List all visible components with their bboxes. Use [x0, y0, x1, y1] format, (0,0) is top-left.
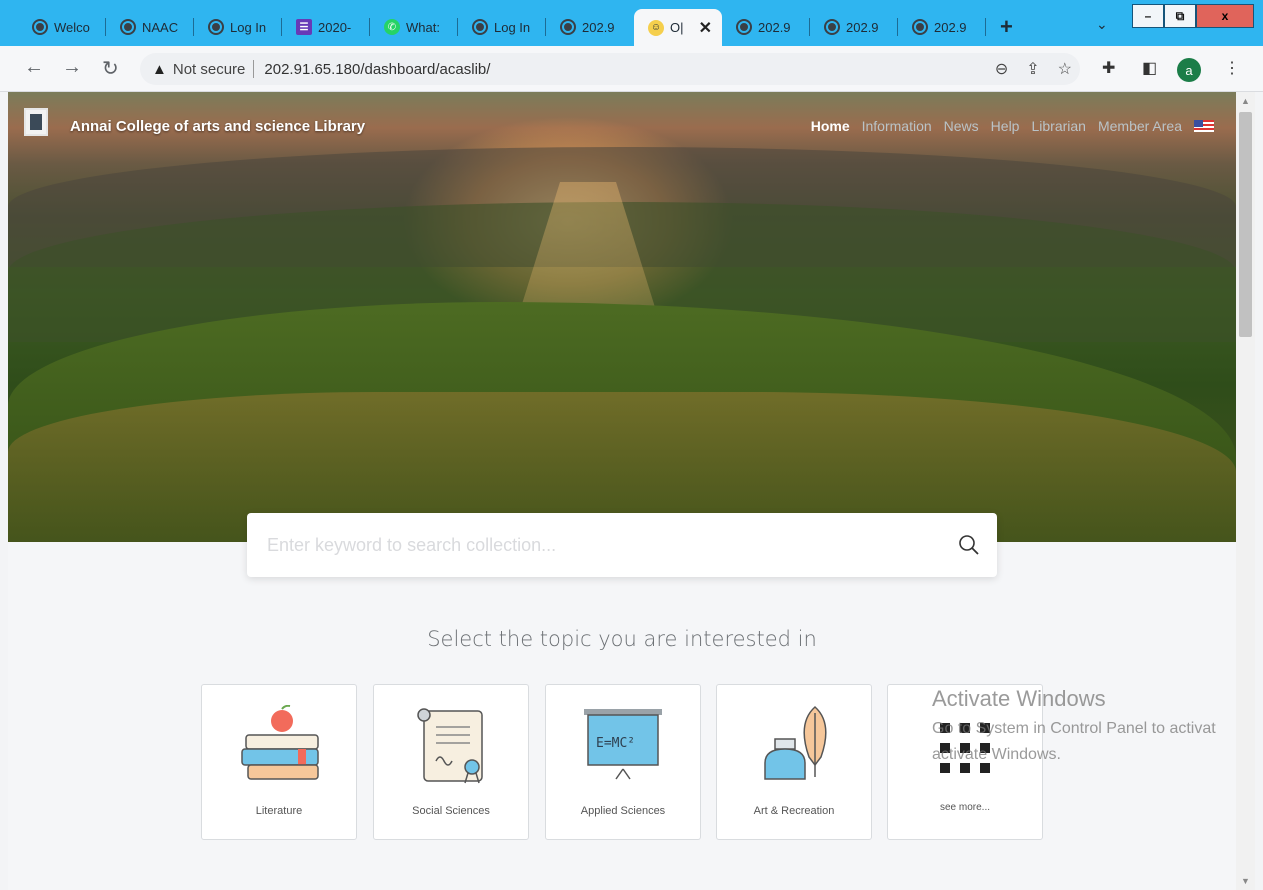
tab-title: 202.9 [758, 19, 791, 35]
restore-button[interactable]: ⧉ [1164, 4, 1196, 28]
tab-naac[interactable]: NAAC [106, 13, 194, 41]
site-navigation: Home Information News Help Librarian Mem… [811, 118, 1214, 134]
tab-ip-3[interactable]: 202.9 [810, 13, 898, 41]
topic-card-social-sciences[interactable]: Social Sciences [373, 684, 529, 840]
tab-title: 202.9 [846, 19, 879, 35]
topic-card-art-recreation[interactable]: Art & Recreation [716, 684, 872, 840]
globe-icon [736, 19, 752, 35]
url-text[interactable]: 202.91.65.180/dashboard/acaslib/ [264, 61, 490, 78]
tab-title: 202.9 [934, 19, 967, 35]
page-viewport: Annai College of arts and science Librar… [8, 92, 1236, 890]
tab-ip-2[interactable]: 202.9 [722, 13, 810, 41]
topic-label: Art & Recreation [753, 805, 835, 817]
tab-login-2[interactable]: Log In [458, 13, 546, 41]
watermark-line: activate Windows. [932, 746, 1061, 763]
vertical-scrollbar[interactable]: ▲ ▼ [1236, 92, 1255, 890]
address-bar[interactable]: ▲ Not secure 202.91.65.180/dashboard/aca… [140, 53, 1080, 85]
topic-label: Social Sciences [412, 805, 490, 817]
security-label[interactable]: Not secure [173, 61, 246, 78]
reload-icon[interactable]: ↻ [102, 56, 119, 81]
more-menu-icon[interactable]: ⋮ [1224, 58, 1240, 78]
watermark-line: Go to System in Control Panel to activat [932, 720, 1216, 737]
tab-separator [985, 18, 986, 36]
topic-card-applied-sciences[interactable]: E=MC² Applied Sciences [545, 684, 701, 840]
search-input[interactable] [267, 513, 937, 577]
globe-icon [208, 19, 224, 35]
zoom-icon[interactable]: ⊖ [995, 59, 1008, 79]
see-more-link[interactable]: see more... [940, 802, 990, 813]
tab-title: What: [406, 19, 440, 35]
topic-card-literature[interactable]: Literature [201, 684, 357, 840]
globe-icon [560, 19, 576, 35]
globe-icon [32, 19, 48, 35]
windows-watermark-title: Activate Windows [932, 686, 1106, 711]
nav-member-area[interactable]: Member Area [1098, 118, 1182, 134]
browser-tab-strip: Welco NAAC Log In ☰ 2020- ✆ What: Log In… [0, 0, 1263, 46]
scroll-certificate-icon [417, 708, 483, 784]
windows-watermark-text: Go to System in Control Panel to activat… [932, 716, 1216, 768]
extensions-puzzle-icon[interactable]: ✚ [1102, 58, 1115, 78]
nav-information[interactable]: Information [862, 118, 932, 134]
tab-ip-4[interactable]: 202.9 [898, 13, 986, 41]
topic-label: Applied Sciences [580, 805, 666, 817]
globe-icon [912, 19, 928, 35]
close-window-button[interactable]: x [1196, 4, 1254, 28]
emc2-board-icon: E=MC² [584, 709, 662, 780]
library-logo[interactable] [24, 108, 48, 136]
tab-login[interactable]: Log In [194, 13, 282, 41]
nav-help[interactable]: Help [991, 118, 1020, 134]
bookmark-star-icon[interactable]: ☆ [1058, 59, 1072, 79]
tab-form[interactable]: ☰ 2020- [282, 13, 370, 41]
tab-title: Welco [54, 19, 90, 35]
topic-heading: Select the topic you are interested in [427, 627, 817, 651]
tab-title: 202.9 [582, 19, 615, 35]
hero-forest-image: Annai College of arts and science Librar… [8, 92, 1236, 542]
scroll-down-icon[interactable]: ▼ [1241, 876, 1250, 886]
close-tab-icon[interactable]: ✕ [699, 18, 712, 38]
forward-arrow-icon[interactable]: → [62, 56, 82, 79]
nav-librarian[interactable]: Librarian [1031, 118, 1085, 134]
whatsapp-icon: ✆ [384, 19, 400, 35]
share-icon[interactable]: ⇪ [1026, 59, 1039, 79]
smile-icon: ☺ [648, 19, 664, 36]
tab-title: 2020- [318, 19, 352, 35]
tab-title: Log In [230, 19, 267, 35]
site-title[interactable]: Annai College of arts and science Librar… [70, 118, 365, 135]
tab-title: O| [670, 20, 684, 35]
tab-active-opac[interactable]: ☺ O| ✕ [634, 9, 722, 46]
scroll-up-icon[interactable]: ▲ [1241, 96, 1250, 106]
browser-toolbar: ← → ↻ ▲ Not secure 202.91.65.180/dashboa… [0, 46, 1263, 92]
back-arrow-icon[interactable]: ← [24, 56, 44, 79]
minimize-button[interactable]: – [1132, 4, 1164, 28]
tab-welcome[interactable]: Welco [18, 13, 106, 41]
warning-icon[interactable]: ▲ [152, 61, 167, 78]
books-apple-icon [241, 705, 319, 780]
form-icon: ☰ [296, 19, 312, 35]
language-flag-icon[interactable] [1194, 120, 1214, 132]
tab-title: NAAC [142, 19, 179, 35]
svg-text:E=MC²: E=MC² [596, 736, 635, 751]
new-tab-button[interactable]: + [1000, 14, 1013, 40]
search-icon[interactable] [957, 533, 981, 557]
profile-avatar[interactable]: a [1177, 58, 1201, 82]
chevron-down-icon[interactable]: ⌄ [1096, 16, 1108, 33]
tab-whatsapp[interactable]: ✆ What: [370, 13, 458, 41]
scrollbar-thumb[interactable] [1239, 112, 1252, 337]
globe-icon [824, 19, 840, 35]
tab-ip-1[interactable]: 202.9 [546, 13, 634, 41]
side-panel-icon[interactable]: ◧ [1142, 58, 1157, 78]
globe-icon [472, 19, 488, 35]
search-box [247, 513, 997, 577]
topic-label: Literature [255, 805, 303, 817]
tab-title: Log In [494, 19, 531, 35]
omnibox-divider [253, 60, 255, 78]
inkwell-feather-icon [764, 705, 827, 780]
nav-home[interactable]: Home [811, 118, 850, 134]
nav-news[interactable]: News [944, 118, 979, 134]
globe-icon [120, 19, 136, 35]
